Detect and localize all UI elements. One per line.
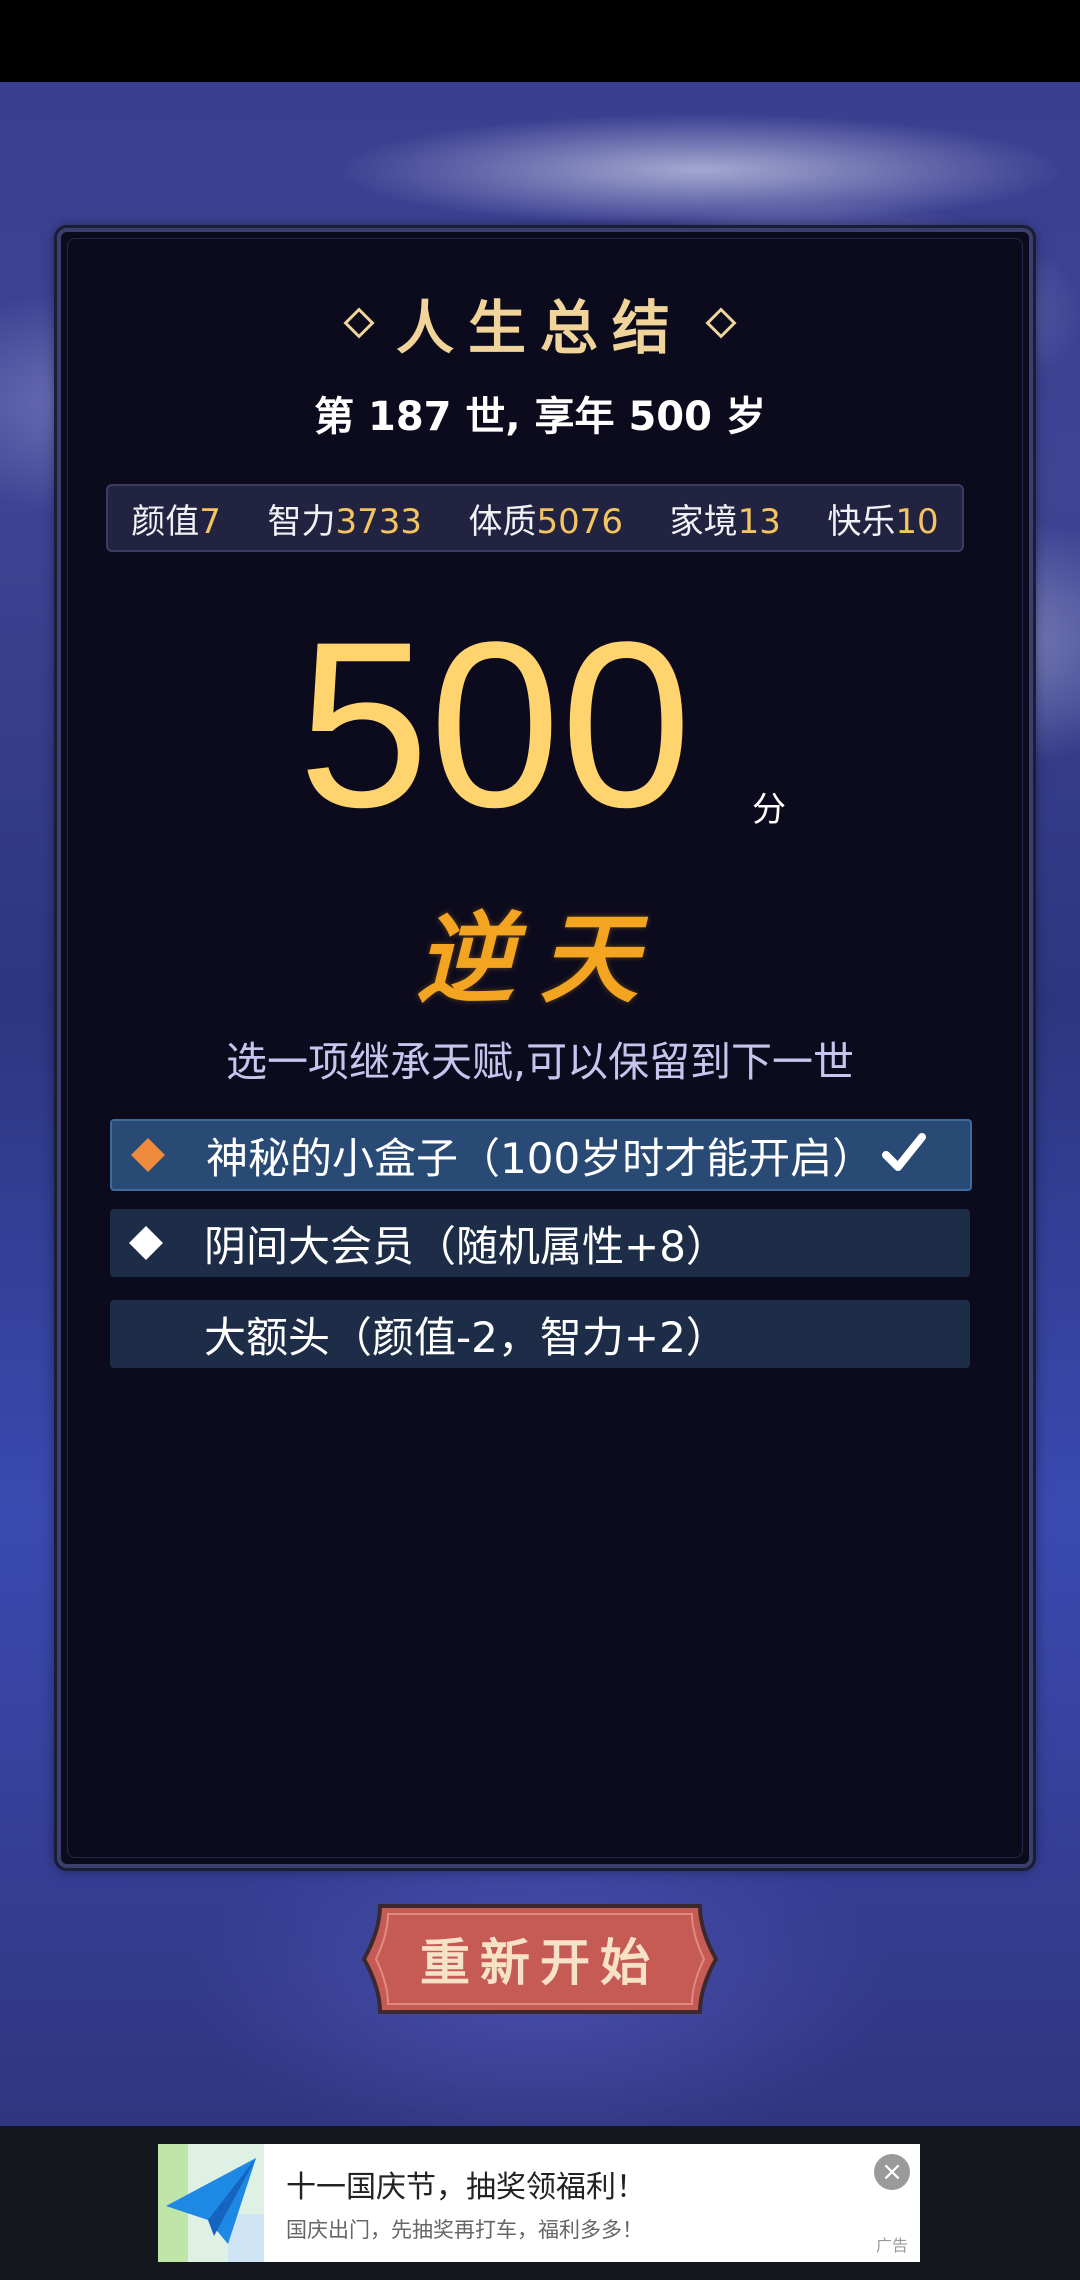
- talent-option-3[interactable]: 大额头（颜值-2，智力+2）: [110, 1300, 970, 1368]
- ad-title: 十一国庆节，抽奖领福利！: [286, 2170, 646, 2205]
- stat-appearance: 颜值7: [131, 501, 221, 542]
- status-bar: [0, 0, 1080, 82]
- ad-banner[interactable]: 十一国庆节，抽奖领福利！ 国庆出门，先抽奖再打车，福利多多！ × 广告: [158, 2144, 920, 2262]
- page-title: 人生总结: [395, 294, 684, 362]
- paper-plane-icon: [158, 2144, 264, 2262]
- diamond-bullet-icon: [131, 1138, 165, 1172]
- diamond-ornament-icon: [343, 307, 375, 339]
- life-info: 第 187 世, 享年 500 岁: [314, 394, 766, 440]
- stats-bar: 颜值7 智力3733 体质5076 家境13 快乐10: [106, 484, 964, 552]
- stat-happiness: 快乐10: [827, 501, 939, 542]
- diamond-bullet-icon: [129, 1226, 163, 1260]
- rank-title: 逆天: [415, 902, 664, 1017]
- talent-option-2[interactable]: 阴间大会员（随机属性+8）: [110, 1209, 970, 1277]
- score-unit: 分: [752, 790, 786, 830]
- background-clouds: [0, 90, 1080, 250]
- checkmark-icon: [882, 1133, 926, 1171]
- diamond-bullet-icon: [129, 1317, 163, 1351]
- stat-constitution: 体质5076: [468, 501, 624, 542]
- ad-image: [158, 2144, 264, 2262]
- talent-option-1[interactable]: 神秘的小盒子（100岁时才能开启）: [110, 1119, 972, 1191]
- talent-option-label: 大额头（颜值-2，智力+2）: [204, 1312, 728, 1362]
- total-score: 500: [298, 593, 692, 857]
- diamond-ornament-icon: [705, 307, 737, 339]
- ad-tag: 广告: [875, 2236, 908, 2255]
- inherit-hint: 选一项继承天赋,可以保留到下一世: [225, 1038, 855, 1086]
- restart-button[interactable]: 重新开始: [358, 1900, 722, 2018]
- close-icon[interactable]: ×: [874, 2154, 910, 2190]
- restart-button-label: 重新开始: [420, 1933, 660, 1992]
- talent-option-label: 神秘的小盒子（100岁时才能开启）: [206, 1133, 875, 1183]
- title-row: 人生总结: [0, 288, 1080, 362]
- stat-intelligence: 智力3733: [267, 501, 422, 542]
- talent-option-label: 阴间大会员（随机属性+8）: [204, 1221, 728, 1271]
- ad-description: 国庆出门，先抽奖再打车，福利多多！: [286, 2218, 643, 2242]
- stat-family: 家境13: [669, 501, 781, 542]
